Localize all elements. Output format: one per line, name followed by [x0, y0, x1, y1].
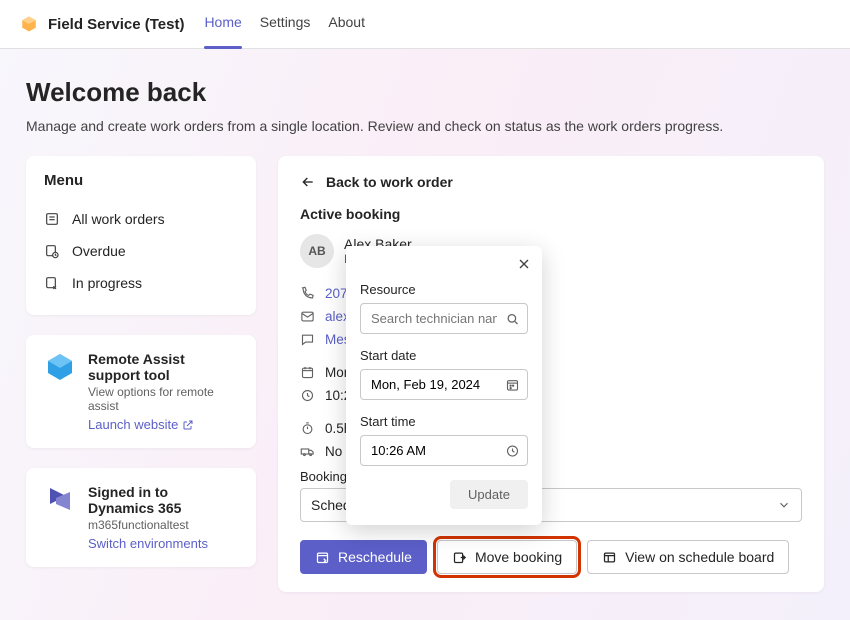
- dynamics-icon: [44, 484, 76, 516]
- external-link-icon: [182, 419, 194, 431]
- remote-assist-card: Remote Assist support tool View options …: [26, 335, 256, 448]
- menu-title: Menu: [44, 172, 238, 189]
- phone-icon: [300, 286, 315, 301]
- menu-card: Menu All work orders Overdue In progress: [26, 156, 256, 315]
- menu-item-in-progress[interactable]: In progress: [44, 267, 238, 299]
- clock-icon: [300, 388, 315, 403]
- calendar-icon: [300, 365, 315, 380]
- progress-icon: [44, 275, 60, 291]
- arrow-left-icon: [300, 174, 316, 190]
- chat-icon: [300, 332, 315, 347]
- truck-icon: [300, 444, 315, 459]
- back-label: Back to work order: [326, 174, 453, 190]
- reschedule-icon: [315, 550, 330, 565]
- mail-icon: [300, 309, 315, 324]
- starttime-label: Start time: [360, 414, 528, 429]
- tab-settings[interactable]: Settings: [260, 8, 311, 40]
- startdate-label: Start date: [360, 348, 528, 363]
- header-tabs: Home Settings About: [204, 8, 365, 40]
- remote-link[interactable]: Launch website: [88, 417, 194, 432]
- move-label: Move booking: [475, 549, 562, 565]
- menu-item-label: All work orders: [72, 211, 165, 227]
- app-icon: [20, 15, 38, 33]
- board-icon: [602, 550, 617, 565]
- remote-title: Remote Assist support tool: [88, 351, 238, 383]
- list-icon: [44, 211, 60, 227]
- close-icon[interactable]: [516, 256, 532, 272]
- action-buttons: Reschedule Move booking View on schedule…: [300, 540, 802, 574]
- avatar: AB: [300, 234, 334, 268]
- starttime-input[interactable]: [360, 435, 528, 466]
- move-booking-popover: Resource Start date Start time Update: [346, 246, 542, 525]
- main-panel: Back to work order Active booking AB Ale…: [278, 156, 824, 592]
- topbar: Field Service (Test) Home Settings About: [0, 0, 850, 49]
- reschedule-button[interactable]: Reschedule: [300, 540, 427, 574]
- move-booking-button[interactable]: Move booking: [437, 540, 577, 574]
- remote-sub: View options for remote assist: [88, 385, 238, 413]
- tab-about[interactable]: About: [328, 8, 365, 40]
- menu-item-label: In progress: [72, 275, 142, 291]
- signedin-link[interactable]: Switch environments: [88, 536, 208, 551]
- back-to-work-order[interactable]: Back to work order: [300, 174, 802, 190]
- app-title: Field Service (Test): [48, 16, 184, 33]
- menu-item-label: Overdue: [72, 243, 126, 259]
- app-brand: Field Service (Test): [20, 15, 184, 33]
- overdue-icon: [44, 243, 60, 259]
- chevron-down-icon: [777, 498, 791, 512]
- menu-item-all-work-orders[interactable]: All work orders: [44, 203, 238, 235]
- active-booking-label: Active booking: [300, 206, 802, 222]
- page: Welcome back Manage and create work orde…: [0, 49, 850, 620]
- startdate-input[interactable]: [360, 369, 528, 400]
- view-schedule-button[interactable]: View on schedule board: [587, 540, 789, 574]
- page-subtitle: Manage and create work orders from a sin…: [26, 118, 824, 134]
- menu-item-overdue[interactable]: Overdue: [44, 235, 238, 267]
- view-label: View on schedule board: [625, 549, 774, 565]
- signedin-sub: m365functionaltest: [88, 518, 238, 532]
- resource-label: Resource: [360, 282, 528, 297]
- resource-search-input[interactable]: [360, 303, 528, 334]
- move-icon: [452, 550, 467, 565]
- signedin-title: Signed in to Dynamics 365: [88, 484, 238, 516]
- page-title: Welcome back: [26, 77, 824, 108]
- update-button[interactable]: Update: [450, 480, 528, 509]
- reschedule-label: Reschedule: [338, 549, 412, 565]
- tab-home[interactable]: Home: [204, 8, 241, 40]
- hexagon-icon: [44, 351, 76, 383]
- timer-icon: [300, 421, 315, 436]
- left-column: Menu All work orders Overdue In progress: [26, 156, 256, 567]
- signedin-card: Signed in to Dynamics 365 m365functional…: [26, 468, 256, 567]
